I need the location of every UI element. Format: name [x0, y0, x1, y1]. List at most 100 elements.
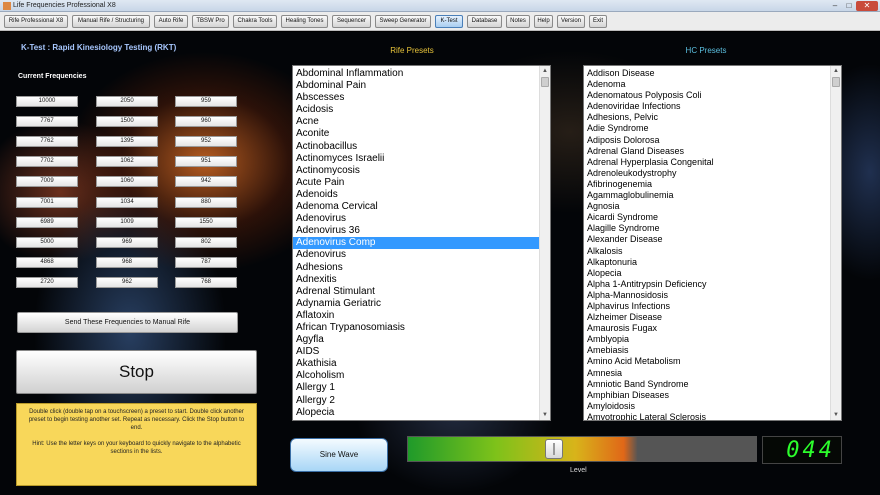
frequency-field[interactable]: 1062 [96, 156, 158, 168]
tab-chakra-tools[interactable]: Chakra Tools [233, 15, 277, 28]
list-item[interactable]: Alcoholism [293, 370, 540, 382]
tab-version[interactable]: Version [557, 15, 585, 28]
list-item[interactable]: Adenoviridae Infections [584, 101, 831, 112]
list-item[interactable]: Amnesia [584, 368, 831, 379]
list-item[interactable]: Adenovirus 36 [293, 225, 540, 237]
frequency-field[interactable]: 962 [96, 276, 158, 288]
frequency-field[interactable]: 942 [175, 176, 237, 188]
scroll-down-icon[interactable]: ▼ [540, 410, 550, 420]
list-item[interactable]: Adhesions [293, 262, 540, 274]
list-item[interactable]: Amniotic Band Syndrome [584, 379, 831, 390]
list-item[interactable]: Abscesses [293, 92, 540, 104]
frequency-field[interactable]: 787 [175, 256, 237, 268]
tab-tbsw-pro[interactable]: TBSW Pro [192, 15, 229, 28]
frequency-field[interactable]: 880 [175, 196, 237, 208]
list-item[interactable]: Alagille Syndrome [584, 223, 831, 234]
list-item[interactable]: Adenovirus [293, 213, 540, 225]
list-item[interactable]: Adrenal Hyperplasia Congenital [584, 157, 831, 168]
minimize-button[interactable]: – [828, 1, 842, 11]
frequency-field[interactable]: 959 [175, 96, 237, 107]
list-item[interactable]: Abdominal Inflammation [293, 68, 540, 80]
list-item[interactable]: Agnosia [584, 201, 831, 212]
frequency-field[interactable]: 1500 [96, 116, 158, 128]
list-item[interactable]: Acute Pain [293, 177, 540, 189]
tab-help[interactable]: Help [534, 15, 553, 28]
maximize-button[interactable]: □ [842, 1, 856, 11]
list-item[interactable]: Agyfla [293, 334, 540, 346]
list-item[interactable]: Actinobacillus [293, 141, 540, 153]
frequency-field[interactable]: 768 [175, 276, 237, 288]
list-item[interactable]: Acne [293, 116, 540, 128]
list-item[interactable]: Actinomycosis [293, 165, 540, 177]
list-item[interactable]: Alkaptonuria [584, 257, 831, 268]
list-item[interactable]: African Trypanosomiasis [293, 322, 540, 334]
tab-sweep-generator[interactable]: Sweep Generator [375, 15, 431, 28]
frequency-field[interactable]: 6989 [16, 216, 78, 228]
scroll-up-icon[interactable]: ▲ [540, 66, 550, 76]
frequency-field[interactable]: 1060 [96, 176, 158, 188]
frequency-field[interactable]: 2720 [16, 276, 78, 288]
frequency-field[interactable]: 1395 [96, 136, 158, 148]
frequency-field[interactable]: 1009 [96, 216, 158, 228]
list-item[interactable]: Adynamia Geriatric [293, 298, 540, 310]
list-item[interactable]: Adenoids [293, 189, 540, 201]
sine-wave-button[interactable]: Sine Wave [290, 438, 388, 472]
tab-notes[interactable]: Notes [506, 15, 530, 28]
rife-list-scrollbar[interactable]: ▲ ▼ [539, 66, 550, 420]
tab-k-test[interactable]: K-Test [435, 15, 463, 28]
frequency-field[interactable]: 10000 [16, 96, 78, 107]
list-item[interactable]: Aflatoxin [293, 310, 540, 322]
frequency-field[interactable]: 951 [175, 156, 237, 168]
frequency-field[interactable]: 4868 [16, 256, 78, 268]
list-item[interactable]: Alpha 1-Antitrypsin Deficiency [584, 279, 831, 290]
list-item[interactable]: Adrenal Stimulant [293, 286, 540, 298]
list-item[interactable]: Alzheimer Disease [584, 312, 831, 323]
frequency-field[interactable]: 1550 [175, 216, 237, 228]
list-item[interactable]: Amblyopia [584, 334, 831, 345]
list-item[interactable]: Afibrinogenemia [584, 179, 831, 190]
frequency-field[interactable]: 7009 [16, 176, 78, 188]
list-item[interactable]: Alphavirus Infections [584, 301, 831, 312]
tab-auto-rife[interactable]: Auto Rife [154, 15, 188, 28]
frequency-field[interactable]: 7762 [16, 136, 78, 148]
list-item[interactable]: Adenovirus [293, 249, 540, 261]
list-item[interactable]: Adie Syndrome [584, 123, 831, 134]
frequency-field[interactable]: 7702 [16, 156, 78, 168]
list-item[interactable]: Addison Disease [584, 68, 831, 79]
list-item[interactable]: Aconite [293, 128, 540, 140]
tab-database[interactable]: Database [467, 15, 502, 28]
tab-healing-tones[interactable]: Healing Tones [281, 15, 328, 28]
list-item[interactable]: Akathisia [293, 358, 540, 370]
list-item[interactable]: Allergy 1 [293, 382, 540, 394]
frequency-field[interactable]: 969 [96, 236, 158, 248]
list-item[interactable]: Amaurosis Fugax [584, 323, 831, 334]
tab-sequencer[interactable]: Sequencer [332, 15, 371, 28]
scroll-thumb[interactable] [832, 77, 840, 87]
list-item[interactable]: Adenovirus Comp [293, 237, 540, 250]
list-item[interactable]: Aicardi Syndrome [584, 212, 831, 223]
list-item[interactable]: Adrenal Gland Diseases [584, 146, 831, 157]
list-item[interactable]: Adenoma [584, 79, 831, 90]
frequency-field[interactable]: 7001 [16, 196, 78, 208]
list-item[interactable]: Allergy 2 [293, 395, 540, 407]
hc-presets-list[interactable]: Addison Disease Adenoma Adenomatous Polypo… [583, 65, 842, 421]
list-item[interactable]: Alopecia [584, 268, 831, 279]
scroll-up-icon[interactable]: ▲ [831, 66, 841, 76]
level-slider-handle[interactable] [545, 439, 563, 459]
frequency-field[interactable]: 1034 [96, 196, 158, 208]
list-item[interactable]: Agammaglobulinemia [584, 190, 831, 201]
scroll-thumb[interactable] [541, 77, 549, 87]
list-item[interactable]: Acidosis [293, 104, 540, 116]
tab-rife-professional[interactable]: Rife Professional X8 [4, 15, 68, 28]
list-item[interactable]: Actinomyces Israelii [293, 153, 540, 165]
frequency-field[interactable]: 960 [175, 116, 237, 128]
frequency-field[interactable]: 952 [175, 136, 237, 148]
frequency-field[interactable]: 2050 [96, 96, 158, 107]
list-item[interactable]: Adenomatous Polyposis Coli [584, 90, 831, 101]
list-item[interactable]: Alopecia [293, 407, 540, 419]
stop-button[interactable]: Stop [16, 350, 257, 394]
list-item[interactable]: Amino Acid Metabolism [584, 356, 831, 367]
list-item[interactable]: Adiposis Dolorosa [584, 135, 831, 146]
list-item[interactable]: Abdominal Pain [293, 80, 540, 92]
list-item[interactable]: Adrenoleukodystrophy [584, 168, 831, 179]
